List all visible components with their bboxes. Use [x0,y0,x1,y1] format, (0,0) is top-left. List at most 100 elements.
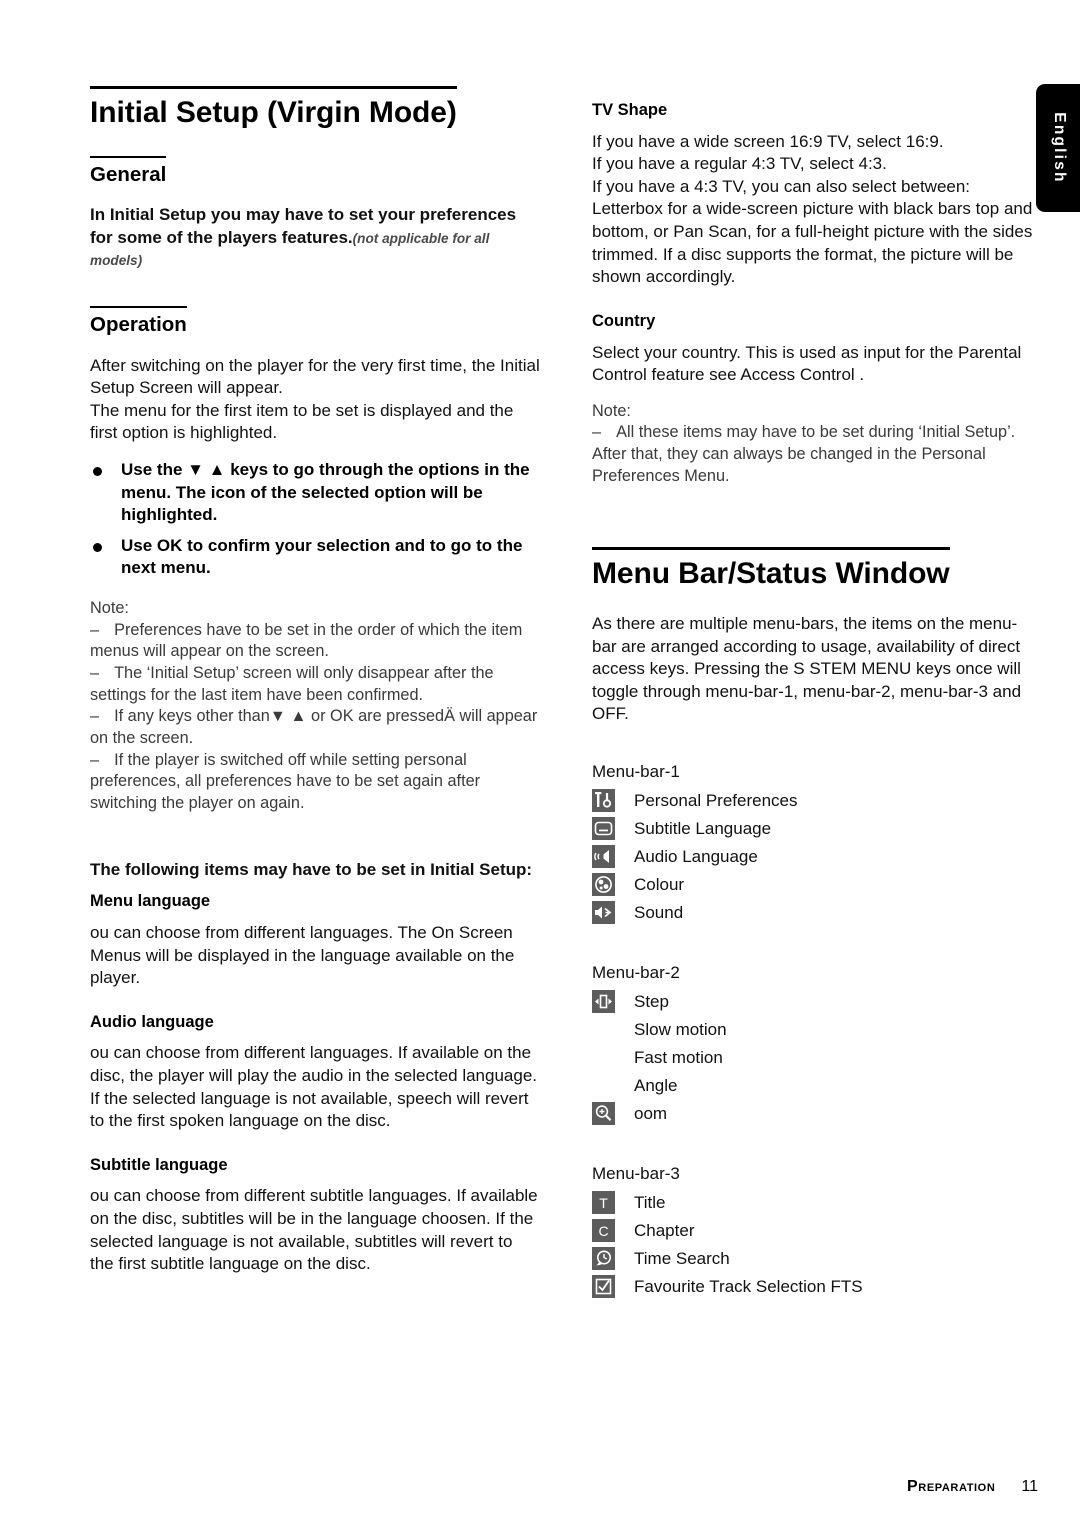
menu-bar-1-label: Menu-bar-1 [592,762,680,782]
language-tab-english: English [1036,84,1080,212]
tools-icon [592,789,615,813]
menu-bar-intro: As there are multiple menu-bars, the ite… [592,614,1022,724]
operation-note-3: – If any keys other than▼ ▲ or OK are pr… [90,706,540,749]
operation-note-4-text: If the player is switched off while sett… [90,750,481,813]
operation-note-4: – If the player is switched off while se… [90,750,540,815]
menu-bar-3-list: T Title C Chapter Time Search Favourite … [592,1189,1037,1300]
list-item: T Title [592,1189,1037,1216]
footer-chapter: Preparation [907,1478,996,1495]
list-item: C Chapter [592,1217,1037,1244]
menu-item-label: Favourite Track Selection FTS [634,1277,863,1297]
colour-icon [592,873,615,897]
country-body: Select your country. This is used as inp… [592,342,1022,385]
list-item: Sound [592,899,1037,926]
menu-bar-2-list: Step Slow motion Fast motion Angle oom [592,988,1037,1127]
audio-language-body: ou can choose from different languages. … [90,1043,538,1131]
operation-paragraph-2: The menu for the first item to be set is… [90,400,514,443]
menu-item-label: Personal Preferences [634,791,798,811]
no-icon-placeholder [592,1074,615,1097]
subtitle-icon [592,817,615,841]
menu-bar-1-list: Personal Preferences Subtitle Language A… [592,787,1037,926]
operation-paragraph-1: After switching on the player for the ve… [90,355,540,398]
tv-shape-line-4: Letterbox for a wide-screen picture with… [592,199,1033,287]
menu-item-label: Audio Language [634,847,758,867]
document-page: English Initial Setup (Virgin Mode) Gene… [0,0,1080,1528]
list-item: Fast motion [592,1044,1037,1071]
operation-note-3-text: If any keys other than▼ ▲ or OK are pres… [90,707,538,748]
footer-page-number: 11 [1021,1478,1038,1495]
tv-shape-line-1: If you have a wide screen 16:9 TV, selec… [592,131,944,151]
menu-item-label: Subtitle Language [634,819,772,839]
dash-marker: – [90,664,115,683]
audio-icon [592,845,615,869]
menu-item-label: Slow motion [634,1020,727,1040]
right-column: TV Shape If you have a wide screen 16:9 … [592,86,1037,1301]
menu-bar-2-label: Menu-bar-2 [592,963,680,983]
left-column: Initial Setup (Virgin Mode) General In I… [90,86,540,1276]
operation-note-label: Note: [90,599,129,617]
page-title: Initial Setup (Virgin Mode) [90,86,457,130]
heading-country: Country [592,311,656,330]
menu-item-label: Time Search [634,1249,730,1269]
dash-marker: – [90,750,115,769]
items-intro: The following items may have to be set i… [90,859,533,879]
list-item: Subtitle Language [592,815,1037,842]
dash-marker: – [90,620,115,639]
tv-shape-line-2: If you have a regular 4:3 TV, select 4:3… [592,154,887,174]
dash-marker: – [90,707,115,726]
list-item: Angle [592,1072,1037,1099]
heading-menu-bar: Menu Bar/Status Window [592,547,950,591]
heading-general: General [90,155,167,187]
menu-language-body: ou can choose from different languages. … [90,922,515,988]
operation-note-1: – Preferences have to be set in the orde… [90,620,540,663]
operation-note-2: – The ‘Initial Setup’ screen will only d… [90,663,540,706]
list-item: oom [592,1100,1037,1127]
chapter-icon: C [592,1219,615,1243]
language-tab-label: English [1051,112,1068,184]
step-icon [592,990,615,1014]
menu-bar-3-label: Menu-bar-3 [592,1164,680,1184]
menu-item-label: Title [634,1193,666,1213]
menu-item-label: Fast motion [634,1048,723,1068]
operation-note-1-text: Preferences have to be set in the order … [90,620,523,661]
tv-shape-line-3: If you have a 4:3 TV, you can also selec… [592,176,971,196]
svg-text:T: T [599,1195,608,1211]
menu-item-label: Angle [634,1076,678,1096]
operation-note-2-text: The ‘Initial Setup’ screen will only dis… [90,664,494,704]
fts-icon [592,1275,615,1299]
list-item: Time Search [592,1245,1037,1272]
list-item: Personal Preferences [592,787,1037,814]
title-icon: T [592,1191,615,1215]
page-footer: Preparation 11 [0,1478,1038,1496]
no-icon-placeholder [592,1046,615,1069]
dash-marker: – [592,423,617,442]
heading-subtitle-language: Subtitle language [90,1155,228,1174]
subtitle-language-body: ou can choose from different subtitle la… [90,1186,538,1274]
menu-item-label: Chapter [634,1221,695,1241]
svg-text:C: C [598,1223,608,1239]
heading-audio-language: Audio language [90,1012,214,1031]
list-item: Audio Language [592,843,1037,870]
menu-item-label: Step [634,992,669,1012]
list-item: Use the ▼ ▲ keys to go through the optio… [90,459,540,527]
zoom-icon [592,1102,615,1126]
list-item: Slow motion [592,1016,1037,1043]
menu-item-label: oom [634,1104,668,1124]
menu-item-label: Colour [634,875,685,895]
menu-item-label: Sound [634,903,684,923]
no-icon-placeholder [592,1018,615,1041]
heading-menu-language: Menu language [90,892,211,911]
operation-bullet-list: Use the ▼ ▲ keys to go through the optio… [90,459,540,580]
country-note-1: – All these items may have to be set dur… [592,422,1037,487]
list-item: Favourite Track Selection FTS [592,1273,1037,1300]
list-item: Use OK to confirm your selection and to … [90,535,540,580]
sound-icon [592,901,615,925]
list-item: Colour [592,871,1037,898]
heading-tv-shape: TV Shape [592,101,668,119]
country-note-1-text: All these items may have to be set durin… [592,423,1016,485]
heading-operation: Operation [90,305,187,337]
country-note-label: Note: [592,401,631,420]
list-item: Step [592,988,1037,1015]
time-search-icon [592,1247,615,1271]
general-paragraph: In Initial Setup you may have to set you… [90,204,540,272]
